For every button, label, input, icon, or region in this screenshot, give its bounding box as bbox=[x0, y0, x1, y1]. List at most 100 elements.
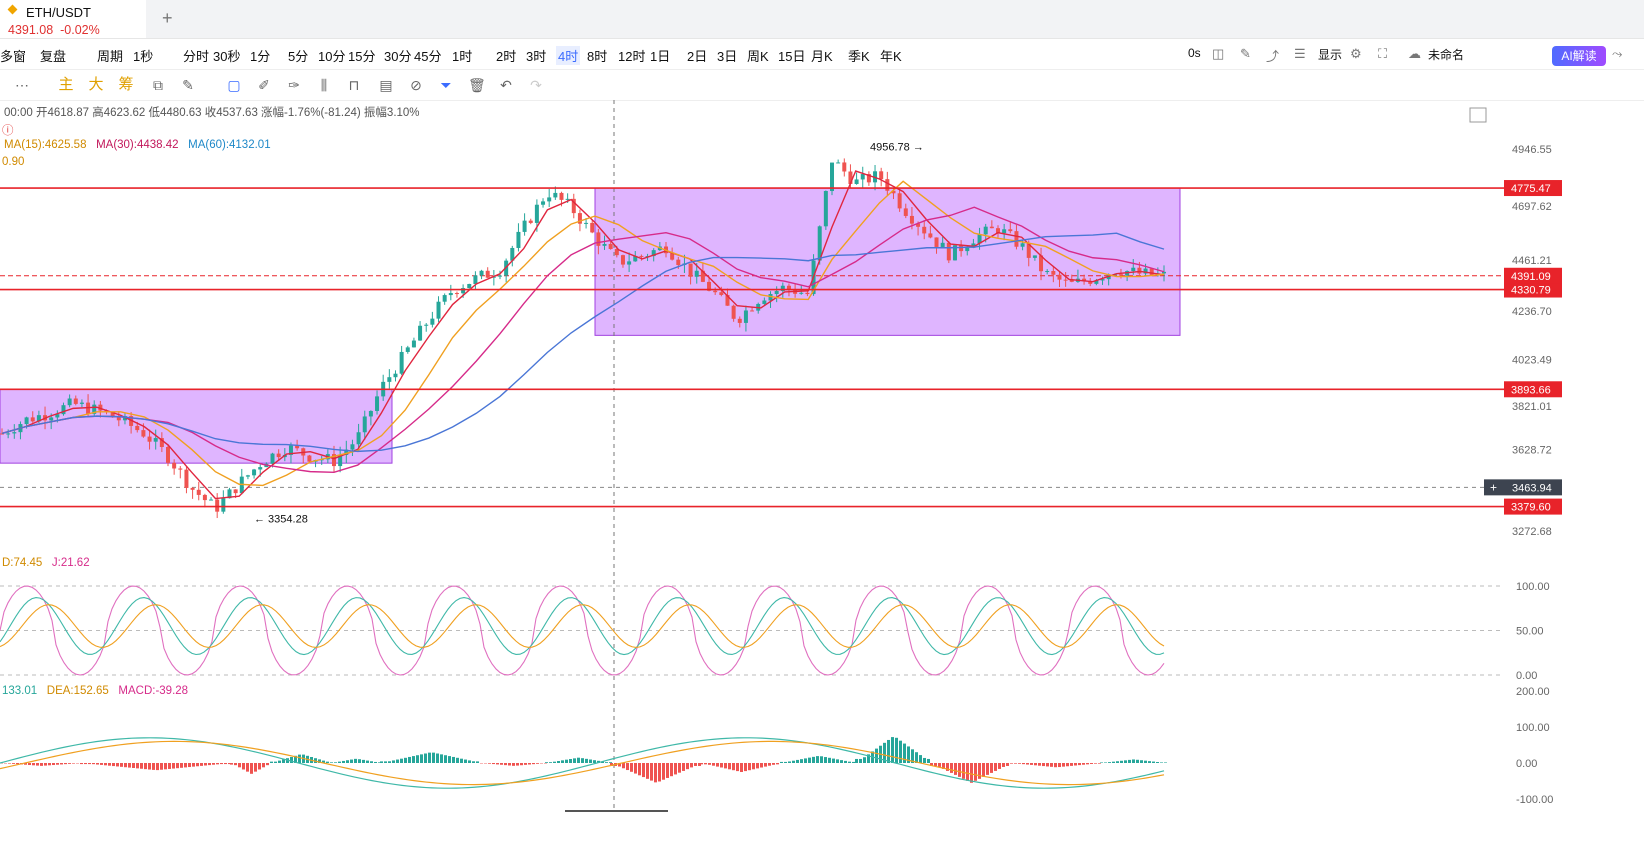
candle-body bbox=[393, 373, 398, 378]
price-axis-label: 4461.21 bbox=[1512, 255, 1552, 267]
period-9[interactable]: 15分 bbox=[348, 46, 375, 65]
macd-histogram-bar bbox=[891, 737, 894, 763]
macd-axis-label: 100.00 bbox=[1516, 722, 1550, 734]
macd-histogram-bar bbox=[887, 739, 890, 763]
macd-histogram-bar bbox=[740, 763, 743, 772]
brush-icon[interactable]: ✎ bbox=[180, 77, 196, 93]
note-icon[interactable]: ▤ bbox=[378, 77, 394, 93]
macd-histogram-bar bbox=[1098, 763, 1101, 764]
candle-body bbox=[534, 204, 539, 223]
period-0[interactable]: 多窗 bbox=[0, 46, 26, 65]
compare-icon[interactable]: ⧉ bbox=[150, 77, 166, 93]
period-16[interactable]: 8时 bbox=[587, 46, 607, 65]
period-23[interactable]: 月K bbox=[811, 46, 833, 65]
candle-body bbox=[830, 162, 834, 192]
period-5[interactable]: 30秒 bbox=[213, 46, 240, 65]
main-indicator-button[interactable]: 主 bbox=[58, 77, 74, 93]
macd-histogram-bar bbox=[448, 756, 451, 763]
layers-icon[interactable]: ▢ bbox=[226, 77, 242, 93]
macd-histogram-bar bbox=[100, 763, 103, 765]
high-annotation: 4956.78 → bbox=[870, 142, 924, 154]
period-12[interactable]: 1时 bbox=[452, 46, 472, 65]
candle-body bbox=[627, 261, 632, 265]
macd-histogram-bar bbox=[1034, 763, 1037, 766]
macd-histogram-bar bbox=[1074, 763, 1077, 766]
candle-body bbox=[350, 444, 355, 450]
symbol-tab[interactable]: ETH/USDT 4391.08 -0.02% bbox=[0, 0, 146, 38]
undo-icon[interactable]: ↶ bbox=[498, 77, 514, 93]
period-25[interactable]: 年K bbox=[880, 46, 902, 65]
candle-body bbox=[836, 162, 841, 164]
macd-histogram-bar bbox=[290, 757, 293, 763]
macd-histogram-bar bbox=[436, 753, 439, 763]
macd-histogram-bar bbox=[800, 759, 803, 763]
macd-histogram-bar bbox=[690, 763, 693, 768]
candle-body bbox=[1002, 229, 1007, 234]
period-21[interactable]: 周K bbox=[747, 46, 769, 65]
gear-icon[interactable]: ⚙ bbox=[1350, 46, 1362, 62]
period-7[interactable]: 5分 bbox=[288, 46, 308, 65]
period-3[interactable]: 1秒 bbox=[133, 46, 153, 65]
candle-body bbox=[928, 233, 933, 238]
period-4[interactable]: 分时 bbox=[183, 46, 209, 65]
price-axis-label: 3628.72 bbox=[1512, 445, 1552, 457]
period-8[interactable]: 10分 bbox=[318, 46, 345, 65]
camera-icon[interactable]: ◫ bbox=[1212, 46, 1224, 62]
period-11[interactable]: 45分 bbox=[414, 46, 441, 65]
period-10[interactable]: 30分 bbox=[384, 46, 411, 65]
candle-body bbox=[1057, 274, 1062, 280]
macd-histogram-bar bbox=[970, 763, 973, 783]
macd-histogram-bar bbox=[404, 757, 407, 763]
macd-histogram-bar bbox=[875, 748, 878, 763]
period-22[interactable]: 15日 bbox=[778, 46, 805, 65]
macd-histogram-bar bbox=[958, 763, 961, 777]
period-20[interactable]: 3日 bbox=[717, 46, 737, 65]
layout-name[interactable]: 未命名 bbox=[1428, 46, 1464, 63]
period-1[interactable]: 复盘 bbox=[40, 46, 66, 65]
candle-body bbox=[442, 295, 447, 302]
period-24[interactable]: 季K bbox=[848, 46, 870, 65]
candles-icon[interactable]: ⫼ bbox=[316, 77, 332, 93]
period-15[interactable]: 4时 bbox=[556, 46, 581, 65]
macd-histogram-bar bbox=[923, 757, 926, 763]
chip-distribution-button[interactable]: 筹 bbox=[118, 77, 134, 93]
period-2[interactable]: 周期 bbox=[97, 46, 123, 65]
marker-icon[interactable]: ✑ bbox=[286, 77, 302, 93]
period-14[interactable]: 3时 bbox=[526, 46, 546, 65]
pencil-icon[interactable]: ✎ bbox=[1240, 46, 1251, 62]
period-19[interactable]: 2日 bbox=[687, 46, 707, 65]
ai-interpret-button[interactable]: AI解读 bbox=[1552, 46, 1606, 66]
period-6[interactable]: 1分 bbox=[250, 46, 270, 65]
share-icon[interactable]: ⤳ bbox=[1612, 46, 1622, 62]
macd-histogram-bar bbox=[1042, 763, 1045, 767]
candle-body bbox=[719, 292, 724, 295]
display-menu[interactable]: 显示 bbox=[1318, 46, 1342, 63]
add-tab-button[interactable]: + bbox=[162, 8, 173, 29]
filter-icon[interactable]: ⏷ bbox=[438, 77, 454, 93]
price-chart[interactable]: 4775.47 4330.79 3893.66 3379.60 4391.09 + 3463… bbox=[0, 100, 1644, 852]
candle-body bbox=[559, 192, 564, 200]
trash-icon[interactable]: 🗑 bbox=[468, 77, 486, 93]
macd-histogram-bar bbox=[108, 763, 111, 766]
big-order-button[interactable]: 大 bbox=[88, 77, 104, 93]
redo-icon[interactable]: ↷ bbox=[528, 77, 544, 93]
lock-icon[interactable]: ⊓ bbox=[346, 77, 362, 93]
candle-body bbox=[940, 242, 945, 247]
pen-icon[interactable]: ✐ bbox=[256, 77, 272, 93]
candle-body bbox=[245, 475, 250, 477]
cursor-plus-icon: + bbox=[1490, 480, 1497, 494]
settings-list-icon[interactable]: ☰ bbox=[1294, 46, 1306, 62]
cloud-icon[interactable]: ☁ bbox=[1408, 46, 1421, 62]
more-icon[interactable]: ⋯ bbox=[14, 77, 30, 93]
macd-histogram-bar bbox=[1100, 762, 1103, 763]
speed-label[interactable]: 0s bbox=[1188, 46, 1201, 60]
fullscreen-icon[interactable]: ⛶ bbox=[1378, 46, 1387, 62]
magnet-icon[interactable]: ⊘ bbox=[408, 77, 424, 93]
period-17[interactable]: 12时 bbox=[618, 46, 645, 65]
candle-body bbox=[448, 293, 453, 296]
kdj-d-line bbox=[0, 604, 1165, 648]
macd-histogram-bar bbox=[1128, 759, 1131, 763]
period-13[interactable]: 2时 bbox=[496, 46, 516, 65]
period-18[interactable]: 1日 bbox=[650, 46, 670, 65]
export-icon[interactable]: ⤴ bbox=[1266, 46, 1279, 65]
